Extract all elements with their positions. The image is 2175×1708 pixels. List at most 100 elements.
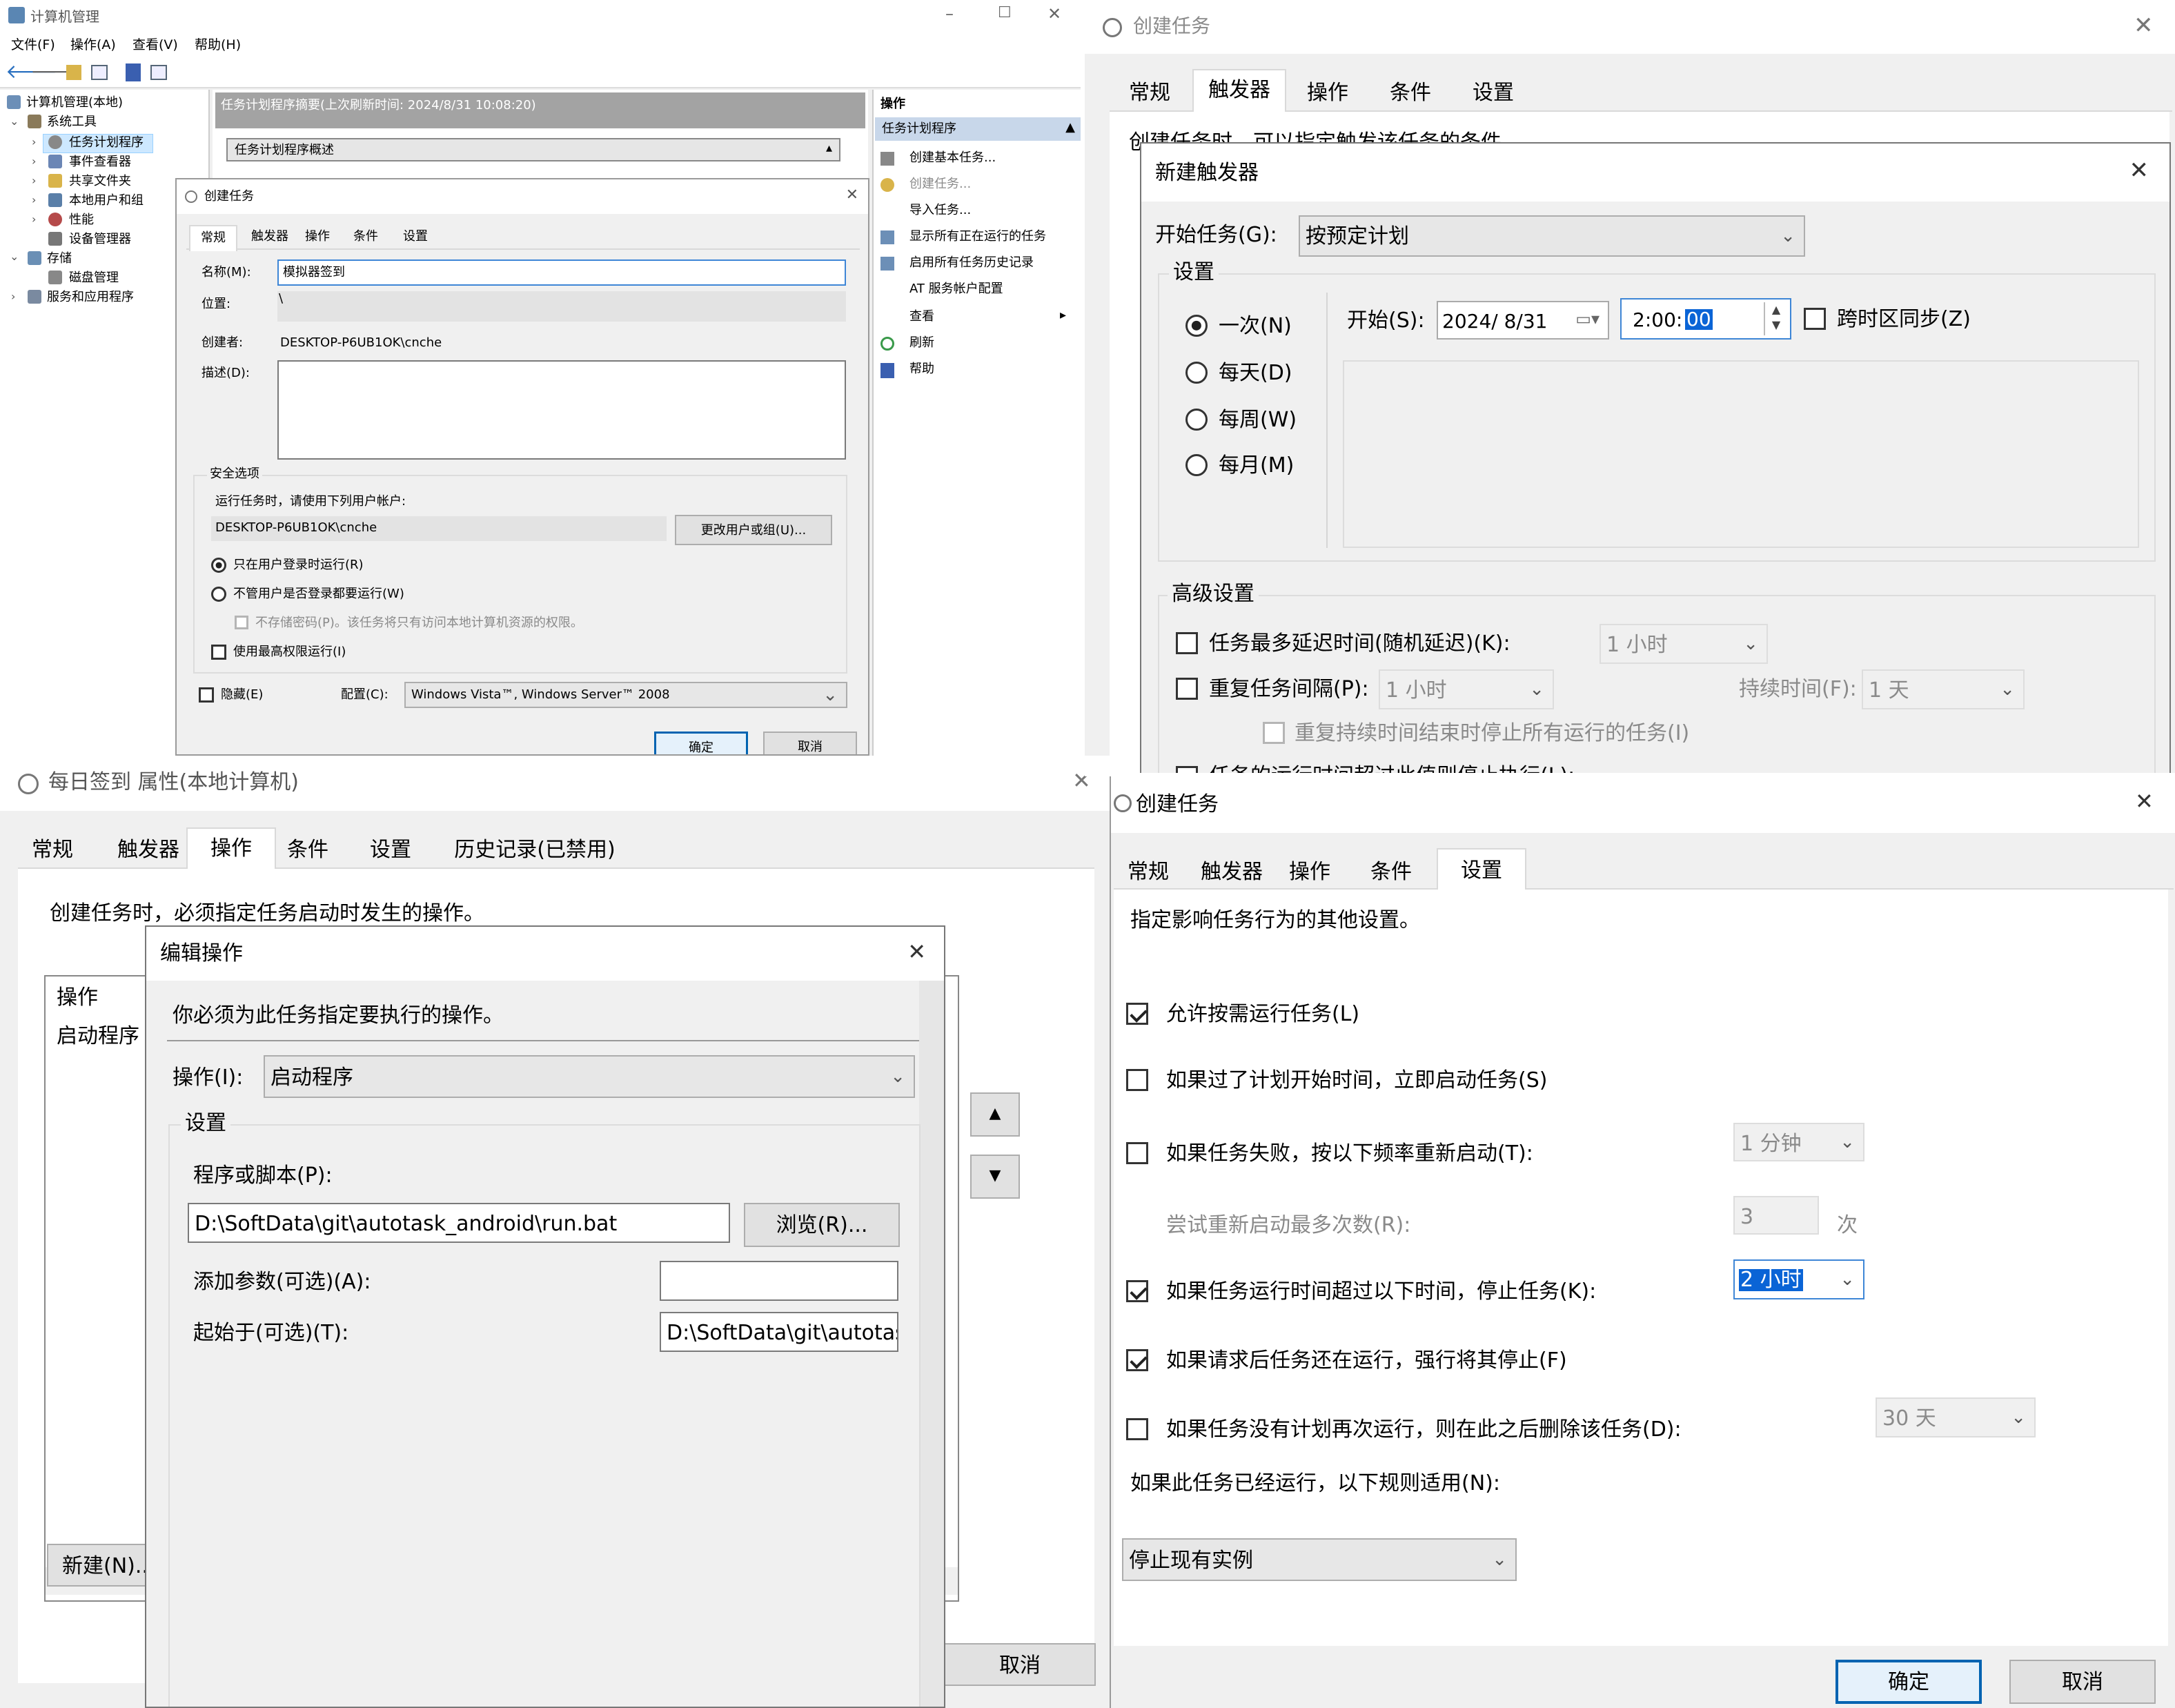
tab-actions[interactable]: 操作: [186, 827, 276, 869]
collapse-icon[interactable]: ▲: [1065, 121, 1075, 134]
tab-triggers[interactable]: 触发器: [104, 840, 193, 861]
program-field[interactable]: D:\SoftData\git\autotask_android\run.bat: [188, 1203, 730, 1243]
tab-settings[interactable]: 设置: [396, 230, 435, 243]
column-action[interactable]: 操作: [57, 988, 98, 1008]
console-tree-icon[interactable]: [91, 65, 108, 80]
tab-general[interactable]: 常规: [189, 225, 237, 251]
radio-logged-on[interactable]: [211, 558, 226, 573]
tab-actions[interactable]: 操作: [298, 230, 337, 243]
maximize-icon[interactable]: ☐: [998, 6, 1012, 21]
expand-icon[interactable]: ⌄: [10, 116, 19, 127]
actions-section-header[interactable]: 任务计划程序 ▲: [875, 117, 1081, 141]
repeat-checkbox[interactable]: [1176, 678, 1198, 700]
sync-timezone-checkbox[interactable]: [1804, 308, 1826, 330]
args-field[interactable]: [660, 1261, 898, 1301]
begin-task-combo[interactable]: 按预定计划 ⌄: [1299, 215, 1805, 257]
tree-item-local-users[interactable]: 本地用户和组: [69, 195, 144, 207]
duration-combo[interactable]: 1 天 ⌄: [1862, 669, 2025, 709]
delete-after-checkbox[interactable]: [1126, 1418, 1148, 1440]
tab-actions[interactable]: 操作: [1275, 862, 1344, 883]
browse-button[interactable]: 浏览(R)...: [744, 1203, 900, 1247]
action-refresh[interactable]: 刷新: [909, 337, 934, 349]
action-create-basic[interactable]: 创建基本任务...: [909, 152, 996, 164]
tab-settings[interactable]: 设置: [356, 840, 425, 861]
cancel-button[interactable]: 取消: [763, 732, 857, 754]
chevron-right-icon[interactable]: ›: [32, 214, 36, 225]
restart-fail-checkbox[interactable]: [1126, 1142, 1148, 1164]
tab-conditions[interactable]: 条件: [273, 840, 342, 861]
close-icon[interactable]: ✕: [2135, 790, 2154, 812]
stop-longer-checkbox[interactable]: [1126, 1280, 1148, 1302]
action-show-running[interactable]: 显示所有正在运行的任务: [909, 230, 1046, 243]
tab-conditions[interactable]: 条件: [1357, 862, 1426, 883]
menu-action[interactable]: 操作(A): [70, 39, 116, 52]
tree-item-shared-folders[interactable]: 共享文件夹: [69, 175, 131, 188]
tab-general[interactable]: 常规: [1110, 83, 1190, 104]
action-view[interactable]: 查看: [909, 311, 934, 323]
help-icon[interactable]: [126, 63, 141, 81]
no-store-password-checkbox[interactable]: [235, 616, 248, 629]
menu-help[interactable]: 帮助(H): [195, 39, 241, 52]
tab-triggers[interactable]: 触发器: [1192, 69, 1286, 113]
up-folder-icon[interactable]: [66, 65, 81, 80]
chevron-right-icon[interactable]: ›: [32, 195, 36, 206]
tab-settings[interactable]: 设置: [1452, 83, 1535, 104]
repeat-combo[interactable]: 1 小时 ⌄: [1379, 669, 1554, 709]
action-import-task[interactable]: 导入任务...: [909, 204, 971, 217]
move-up-button[interactable]: ▲: [970, 1092, 1020, 1137]
action-at-account[interactable]: AT 服务帐户配置: [909, 283, 1003, 295]
cancel-button[interactable]: 取消: [2009, 1660, 2156, 1704]
radio-once[interactable]: [1185, 315, 1208, 337]
action-create-task[interactable]: 创建任务...: [909, 178, 971, 190]
config-combo[interactable]: Windows Vista™, Windows Server™ 2008 ⌄: [404, 682, 847, 708]
tab-triggers[interactable]: 触发器: [246, 230, 294, 243]
tree-item-performance[interactable]: 性能: [69, 214, 94, 226]
close-icon[interactable]: ✕: [1047, 6, 1061, 22]
tree-item-device-manager[interactable]: 设备管理器: [69, 233, 131, 246]
tree-item-disk-management[interactable]: 磁盘管理: [69, 272, 119, 284]
tab-general[interactable]: 常规: [1114, 862, 1183, 883]
properties-icon[interactable]: [150, 65, 167, 80]
calendar-icon[interactable]: ▭▾: [1575, 311, 1600, 327]
hidden-checkbox[interactable]: [199, 687, 214, 703]
tab-history[interactable]: 历史记录(已禁用): [442, 840, 628, 861]
tree-root[interactable]: 计算机管理(本地): [26, 97, 123, 109]
tree-item-task-scheduler[interactable]: 任务计划程序: [69, 137, 144, 149]
rule-combo[interactable]: 停止现有实例 ⌄: [1122, 1538, 1517, 1581]
tree-item-storage[interactable]: 存储: [47, 253, 72, 265]
start-time-field[interactable]: 2:00: 00 ▲ ▼: [1620, 298, 1791, 340]
radio-daily[interactable]: [1185, 362, 1208, 384]
start-in-field[interactable]: D:\SoftData\git\autotasl: [660, 1312, 898, 1352]
radio-monthly[interactable]: [1185, 454, 1208, 476]
tree-item-system-tools[interactable]: 系统工具: [47, 116, 97, 128]
overview-combo[interactable]: 任务计划程序概述 ▴: [226, 138, 840, 161]
delay-checkbox[interactable]: [1176, 632, 1198, 654]
stop-longer-combo[interactable]: 2 小时 ⌄: [1733, 1259, 1864, 1299]
action-enable-history[interactable]: 启用所有任务历史记录: [909, 257, 1034, 269]
ok-button[interactable]: 确定: [654, 732, 748, 754]
close-icon[interactable]: ✕: [2134, 14, 2154, 37]
chevron-right-icon[interactable]: ›: [32, 156, 36, 167]
run-missed-checkbox[interactable]: [1126, 1069, 1148, 1091]
action-help[interactable]: 帮助: [909, 363, 934, 375]
action-combo[interactable]: 启动程序 ⌄: [264, 1055, 915, 1098]
change-user-button[interactable]: 更改用户或组(U)...: [675, 515, 832, 545]
tab-actions[interactable]: 操作: [1286, 83, 1369, 104]
stop-repeat-checkbox[interactable]: [1263, 722, 1285, 744]
collapse-icon[interactable]: ▴: [826, 142, 832, 155]
ok-button[interactable]: 确定: [1836, 1660, 1982, 1704]
allow-demand-checkbox[interactable]: [1126, 1003, 1148, 1025]
restart-interval-combo[interactable]: 1 分钟 ⌄: [1733, 1123, 1864, 1161]
row-start-program[interactable]: 启动程序: [57, 1026, 139, 1047]
tree-item-event-viewer[interactable]: 事件查看器: [69, 156, 131, 168]
tree-item-services-apps[interactable]: 服务和应用程序: [47, 291, 134, 304]
delete-after-combo[interactable]: 30 天 ⌄: [1876, 1397, 2036, 1437]
highest-privileges-checkbox[interactable]: [211, 645, 226, 660]
tab-triggers[interactable]: 触发器: [1187, 862, 1277, 883]
close-icon[interactable]: ✕: [907, 941, 926, 963]
chevron-right-icon[interactable]: ›: [11, 291, 15, 302]
spinner-icon[interactable]: ▲ ▼: [1764, 302, 1787, 335]
name-field[interactable]: 模拟器签到: [277, 259, 846, 286]
radio-weekly[interactable]: [1185, 409, 1208, 431]
close-icon[interactable]: ✕: [2129, 159, 2149, 182]
